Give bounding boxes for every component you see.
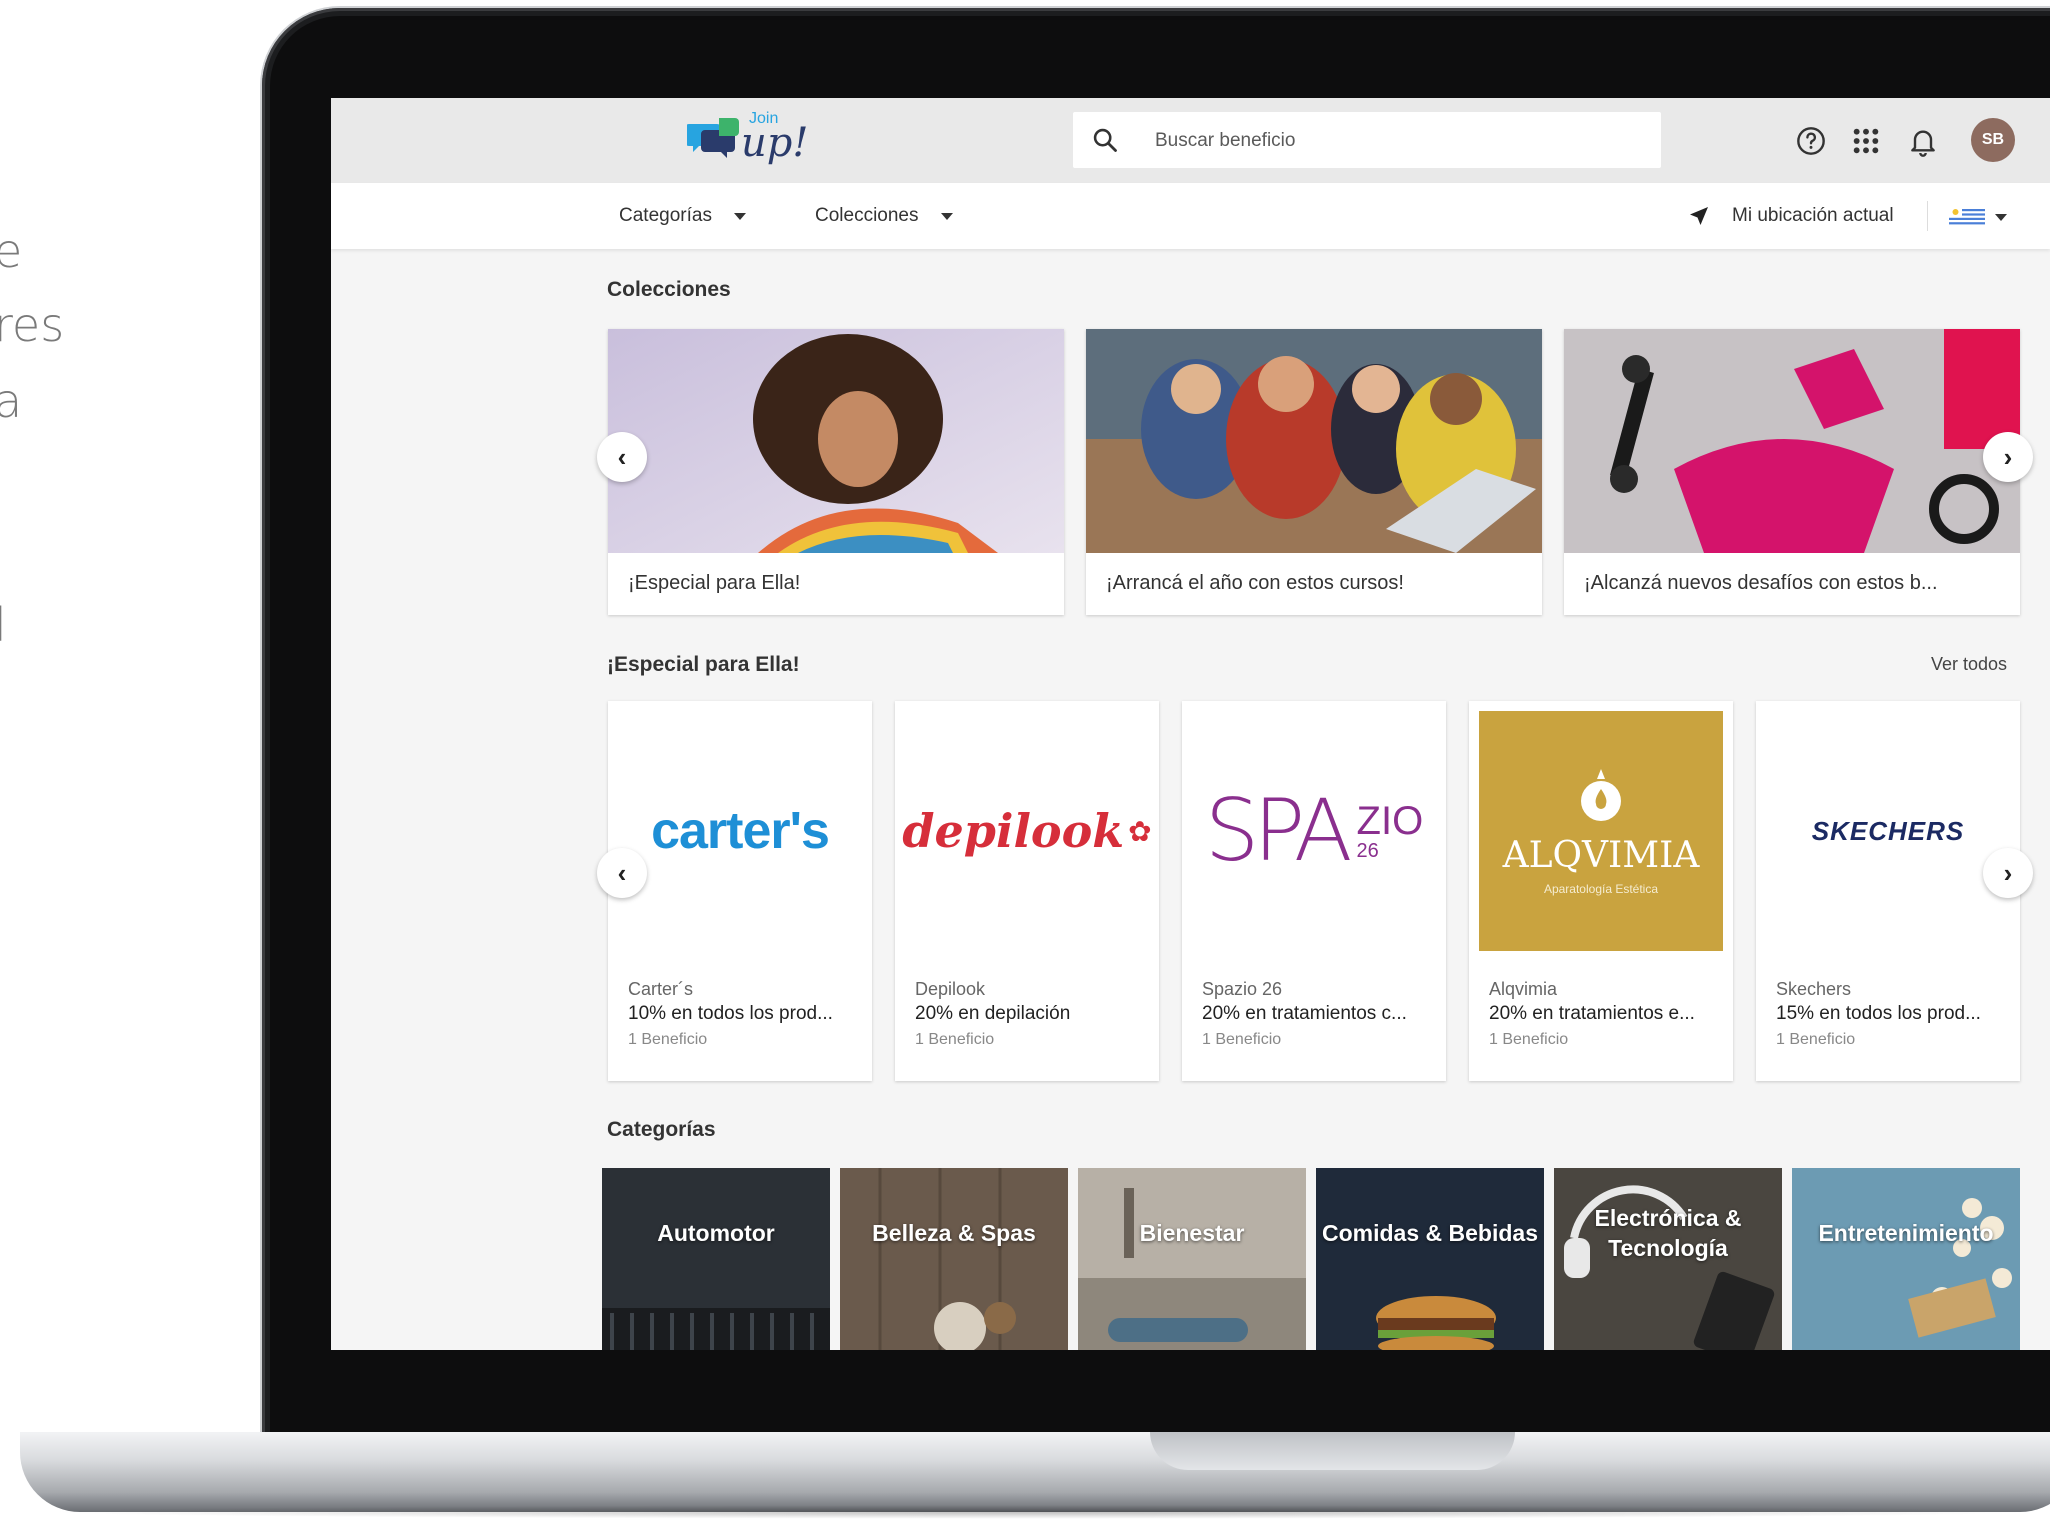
collection-card[interactable]: ¡Especial para Ella! <box>608 329 1064 615</box>
brand-benefit-count: 1 Beneficio <box>628 1031 708 1048</box>
uruguay-flag-icon[interactable] <box>1949 207 1985 227</box>
category-tile[interactable]: Entretenimiento <box>1792 1168 2020 1350</box>
search-input[interactable] <box>1153 112 1637 170</box>
brand-benefit-count: 1 Beneficio <box>1489 1031 1569 1048</box>
brand-benefit-count: 1 Beneficio <box>1776 1031 1856 1048</box>
nav-bar: Categorías Colecciones Mi ubicación actu… <box>331 183 2050 249</box>
carousel-next-button[interactable]: › <box>1983 848 2033 898</box>
spazio-logo-number: 26 <box>1356 840 1379 862</box>
carters-logo-text: carter's <box>651 802 830 860</box>
categories-dropdown[interactable]: Categorías <box>619 183 746 249</box>
skechers-logo: SKECHERS <box>1766 711 2010 951</box>
brand-offer: 10% en todos los prod... <box>628 1003 833 1024</box>
spazio-logo-text: SPA <box>1204 781 1353 881</box>
category-label: Bienestar <box>1139 1220 1245 1247</box>
category-tile[interactable]: Automotor <box>602 1168 830 1350</box>
collections-dropdown[interactable]: Colecciones <box>815 183 953 249</box>
alqvimia-logo-sub: Aparatología Estética <box>1543 881 1659 896</box>
category-label: Belleza & Spas <box>872 1220 1036 1247</box>
carousel-prev-button[interactable]: ‹ <box>597 848 647 898</box>
brand-benefit-count: 1 Beneficio <box>915 1031 995 1048</box>
laptop-base <box>20 1432 2050 1512</box>
laptop-shadow <box>40 1505 2040 1519</box>
collection-image <box>1086 329 1542 553</box>
help-icon[interactable] <box>1795 125 1827 157</box>
collections-title: Colecciones <box>607 278 731 301</box>
category-tile[interactable]: Comidas & Bebidas <box>1316 1168 1544 1350</box>
brand-name: Spazio 26 <box>1202 979 1283 999</box>
category-label: Entretenimiento <box>1818 1220 1994 1247</box>
collection-card[interactable]: ¡Arrancá el año con estos cursos! <box>1086 329 1542 615</box>
skechers-logo-text: SKECHERS <box>1811 815 1965 846</box>
collection-image <box>608 329 1064 553</box>
depilook-logo-text: depilook <box>902 804 1125 858</box>
brand-card[interactable]: SKECHERS Skechers 15% en todos los prod.… <box>1756 701 2020 1081</box>
categories-title: Categorías <box>607 1118 716 1141</box>
carousel-prev-button[interactable]: ‹ <box>597 432 647 482</box>
brand-card[interactable]: ALQVIMIA Aparatología Estética Alqvimia … <box>1469 701 1733 1081</box>
spazio-logo: SPA ZIO 26 <box>1192 711 1436 951</box>
category-tile[interactable]: Bienestar <box>1078 1168 1306 1350</box>
category-tile[interactable]: Belleza & Spas <box>840 1168 1068 1350</box>
brand-card[interactable]: carter's Carter´s 10% en todos los prod.… <box>608 701 872 1081</box>
brand-name: Skechers <box>1776 979 1852 999</box>
see-all-link[interactable]: Ver todos <box>1931 654 2007 675</box>
brand-card[interactable]: depilook ✿ Depilook 20% en depilación 1 … <box>895 701 1159 1081</box>
category-label: Automotor <box>657 1220 775 1247</box>
nav-divider <box>1927 201 1928 231</box>
category-tile[interactable]: Electrónica & Tecnología <box>1554 1168 1782 1350</box>
collection-label: ¡Arrancá el año con estos cursos! <box>1106 572 1404 594</box>
carters-logo: carter's <box>618 711 862 951</box>
collection-card[interactable]: ¡Alcanzá nuevos desafíos con estos b... <box>1564 329 2020 615</box>
collection-label: ¡Especial para Ella! <box>628 572 801 594</box>
brand-offer: 20% en tratamientos e... <box>1489 1003 1695 1024</box>
brand-name: Alqvimia <box>1489 979 1558 999</box>
top-bar: Join up! SB <box>331 98 2050 183</box>
category-label: Electrónica & Tecnología <box>1594 1205 1742 1261</box>
collection-image <box>1564 329 2020 553</box>
category-label: Comidas & Bebidas <box>1322 1220 1538 1247</box>
chevron-down-icon[interactable] <box>1995 214 2007 221</box>
side-text-fragment: a <box>0 374 23 428</box>
side-text-fragment: e <box>0 224 23 278</box>
current-location-button[interactable]: Mi ubicación actual <box>1732 183 1894 249</box>
location-arrow-icon[interactable] <box>1687 204 1711 228</box>
search-icon[interactable] <box>1091 126 1119 154</box>
search-box[interactable] <box>1073 112 1661 170</box>
brand-offer: 20% en depilación <box>915 1003 1071 1024</box>
logo-big-text: up! <box>741 120 809 166</box>
categories-label: Categorías <box>619 205 712 226</box>
alqvimia-logo: ALQVIMIA Aparatología Estética <box>1479 711 1723 951</box>
depilook-logo: depilook ✿ <box>902 711 1152 951</box>
spazio-logo-zio: ZIO <box>1356 799 1424 843</box>
alqvimia-logo-text: ALQVIMIA <box>1502 834 1700 876</box>
side-text-fragment: res <box>0 298 65 352</box>
brand-card[interactable]: SPA ZIO 26 Spazio 26 20% en tratamientos… <box>1182 701 1446 1081</box>
brand-offer: 15% en todos los prod... <box>1776 1003 1981 1024</box>
featured-title: ¡Especial para Ella! <box>607 653 800 676</box>
laptop-notch <box>1150 1432 1515 1470</box>
collection-label: ¡Alcanzá nuevos desafíos con estos b... <box>1584 572 1938 594</box>
carousel-next-button[interactable]: › <box>1983 432 2033 482</box>
drop-icon <box>1581 768 1621 821</box>
apps-grid-icon[interactable] <box>1850 125 1882 157</box>
chevron-down-icon <box>940 212 953 220</box>
brand-name: Carter´s <box>628 979 694 999</box>
app-screen: Join up! SB Ca <box>331 98 2050 1350</box>
brand-benefit-count: 1 Beneficio <box>1202 1031 1282 1048</box>
bell-icon[interactable] <box>1907 125 1939 157</box>
avatar[interactable]: SB <box>1971 118 2015 162</box>
flower-icon: ✿ <box>1128 815 1152 847</box>
side-text-fragment: l <box>0 598 7 652</box>
collections-label: Colecciones <box>815 205 919 226</box>
brand-name: Depilook <box>915 979 986 999</box>
brand-offer: 20% en tratamientos c... <box>1202 1003 1407 1024</box>
chevron-down-icon <box>733 212 746 220</box>
